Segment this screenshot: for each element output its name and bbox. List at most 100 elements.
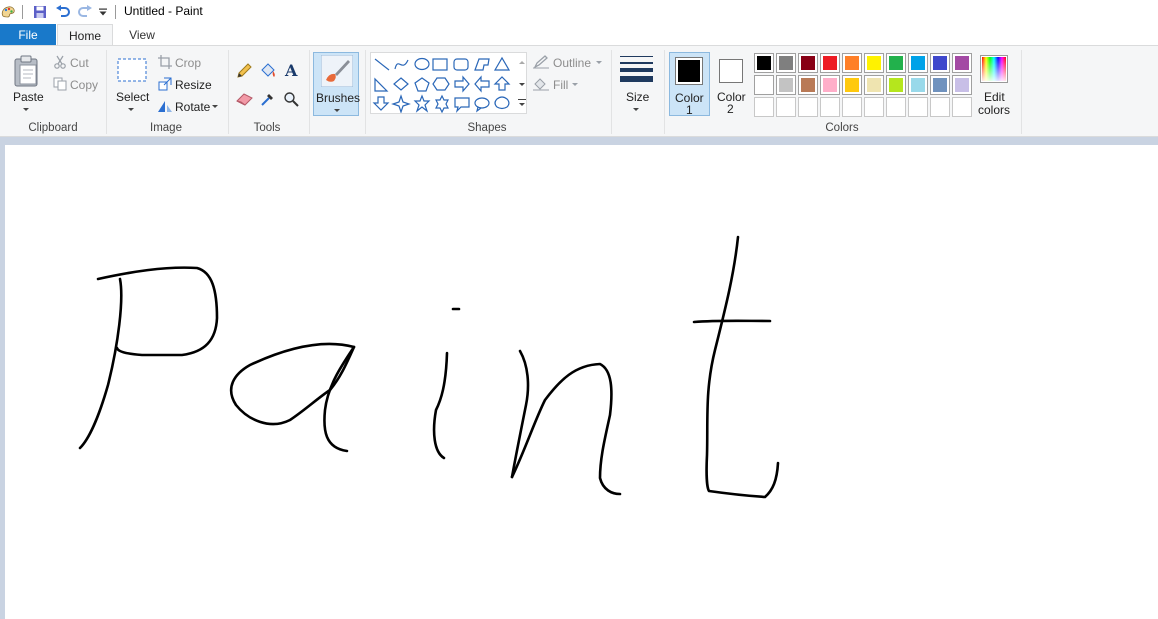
palette-swatch[interactable] (754, 53, 774, 73)
palette-swatch[interactable] (930, 53, 950, 73)
palette-custom-slot[interactable] (820, 97, 840, 117)
palette-custom-slot[interactable] (798, 97, 818, 117)
color2-frame (719, 59, 743, 83)
palette-swatch[interactable] (908, 53, 928, 73)
swatch-color (933, 78, 947, 92)
color1-number: 1 (686, 103, 693, 117)
cut-button[interactable]: Cut (70, 56, 89, 70)
paint-app-icon[interactable] (0, 4, 16, 20)
paste-dropdown-icon[interactable] (23, 108, 29, 111)
crop-button[interactable]: Crop (175, 56, 201, 70)
palette-swatch[interactable] (754, 75, 774, 95)
tab-home[interactable]: Home (57, 24, 113, 46)
edit-colors-label-1: Edit (984, 90, 1005, 104)
color1-button[interactable]: Color 1 (669, 52, 710, 117)
palette-swatch[interactable] (776, 53, 796, 73)
fill-button[interactable]: Fill (553, 78, 568, 92)
fill-icon (533, 77, 549, 94)
swatch-color (889, 78, 903, 92)
swatch-color (757, 56, 771, 70)
palette-swatch[interactable] (842, 75, 862, 95)
copy-button[interactable]: Copy (70, 78, 98, 92)
outline-button[interactable]: Outline (553, 56, 591, 70)
palette-swatch[interactable] (886, 75, 906, 95)
resize-icon (158, 77, 172, 94)
size-button[interactable]: Size (626, 90, 649, 104)
palette-swatch[interactable] (952, 53, 972, 73)
swatch-color (801, 78, 815, 92)
fill-dropdown-icon[interactable] (572, 83, 578, 86)
palette-custom-slot[interactable] (930, 97, 950, 117)
outline-icon (533, 55, 549, 72)
color2-number: 2 (727, 102, 734, 116)
swatch-color (779, 56, 793, 70)
swatch-color (823, 56, 837, 70)
brushes-button[interactable]: Brushes (313, 52, 360, 116)
color-picker-icon[interactable] (260, 91, 276, 110)
palette-swatch[interactable] (798, 53, 818, 73)
undo-icon[interactable] (54, 4, 72, 20)
palette-custom-slot[interactable] (864, 97, 884, 117)
swatch-color (845, 78, 859, 92)
eraser-icon[interactable] (236, 92, 253, 109)
rotate-button[interactable]: Rotate (175, 100, 210, 114)
paste-button[interactable] (12, 55, 42, 92)
edit-colors-label-2: colors (978, 103, 1011, 117)
swatch-color (801, 56, 815, 70)
palette-custom-slot[interactable] (952, 97, 972, 117)
palette-custom-slot[interactable] (908, 97, 928, 117)
palette-swatch[interactable] (820, 75, 840, 95)
stroke-a-tail (323, 345, 356, 453)
select-dropdown-icon[interactable] (128, 108, 134, 111)
drawing-canvas[interactable] (5, 145, 1158, 619)
swatch-color (933, 56, 947, 70)
redo-icon[interactable] (76, 4, 94, 20)
size-lines-icon[interactable] (620, 55, 653, 86)
swatch-color (911, 78, 925, 92)
select-label[interactable]: Select (116, 90, 149, 104)
palette-swatch[interactable] (908, 75, 928, 95)
stroke-i-stem (432, 351, 449, 460)
edit-colors-button[interactable]: Edit colors (978, 52, 1011, 117)
window-title: Untitled - Paint (124, 4, 203, 18)
canvas-workspace (0, 137, 1158, 619)
palette-custom-slot[interactable] (842, 97, 862, 117)
stroke-p-stem (78, 277, 123, 450)
tab-view[interactable]: View (114, 24, 170, 46)
magnifier-icon[interactable] (283, 91, 299, 110)
text-tool-icon[interactable]: A (284, 61, 300, 81)
palette-swatch[interactable] (776, 75, 796, 95)
palette-custom-slot[interactable] (886, 97, 906, 117)
cut-icon (53, 55, 67, 72)
stroke-t-crossbar (692, 319, 772, 324)
palette-custom-slot[interactable] (776, 97, 796, 117)
palette-swatch[interactable] (842, 53, 862, 73)
rotate-dropdown-icon[interactable] (212, 105, 218, 108)
shapes-gallery-icons[interactable] (371, 53, 526, 113)
save-icon[interactable] (32, 4, 48, 20)
palette-swatch[interactable] (952, 75, 972, 95)
tools-group-label: Tools (253, 122, 281, 134)
palette-custom-slot[interactable] (754, 97, 774, 117)
palette-swatch[interactable] (864, 75, 884, 95)
swatch-color (779, 78, 793, 92)
palette-swatch[interactable] (798, 75, 818, 95)
size-dropdown-icon[interactable] (633, 108, 639, 111)
resize-button[interactable]: Resize (175, 78, 212, 92)
outline-dropdown-icon[interactable] (596, 61, 602, 64)
customize-quick-access-icon[interactable] (97, 4, 109, 20)
shapes-gallery (370, 52, 527, 114)
palette-swatch[interactable] (820, 53, 840, 73)
paste-label[interactable]: Paste (13, 90, 44, 104)
palette-swatch[interactable] (886, 53, 906, 73)
tab-file[interactable]: File (0, 24, 56, 46)
color-spectrum-icon (980, 55, 1008, 86)
pencil-icon[interactable] (236, 63, 252, 82)
palette-swatch[interactable] (864, 53, 884, 73)
rotate-icon (157, 99, 173, 116)
palette-swatch[interactable] (930, 75, 950, 95)
select-button[interactable] (117, 58, 147, 87)
fill-bucket-icon[interactable] (259, 63, 277, 82)
color2-button[interactable]: Color 2 (711, 52, 751, 116)
swatch-color (955, 78, 969, 92)
